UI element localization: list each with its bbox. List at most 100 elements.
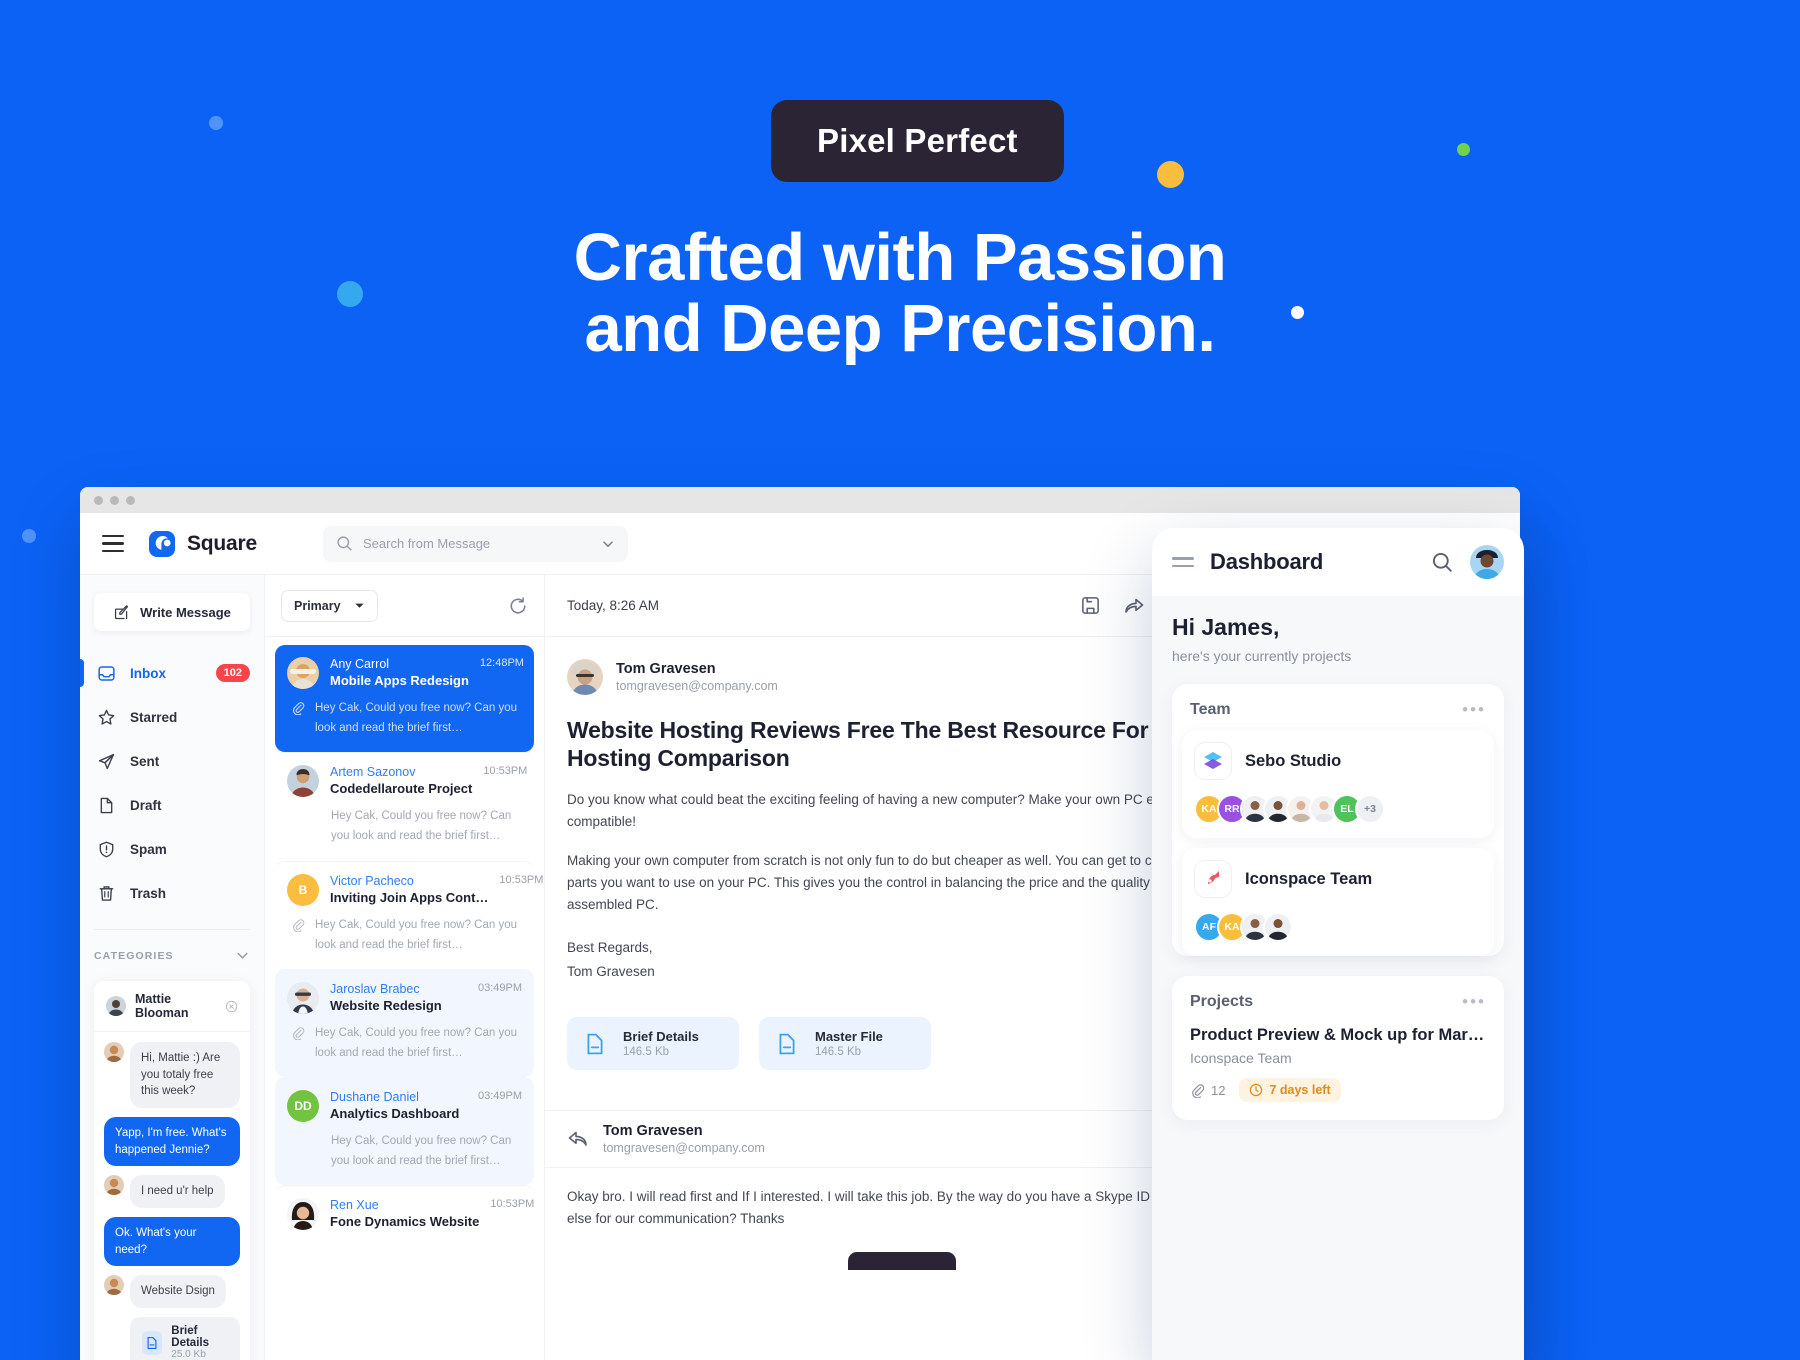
avatar: B bbox=[287, 873, 319, 906]
message-sender: Victor Pacheco bbox=[330, 873, 414, 888]
close-icon[interactable] bbox=[225, 999, 238, 1014]
avatar bbox=[567, 659, 603, 695]
avatar bbox=[287, 657, 319, 689]
team-name: Iconspace Team bbox=[1245, 869, 1373, 888]
more-icon[interactable]: ••• bbox=[1462, 992, 1486, 1012]
window-close-icon[interactable] bbox=[94, 495, 103, 505]
categories-label: CATEGORIES bbox=[94, 949, 174, 962]
member-initials: RR bbox=[1224, 803, 1240, 815]
sidebar-item-label: Draft bbox=[130, 797, 162, 813]
message-sender: Jaroslav Brabec bbox=[330, 981, 420, 996]
email-attachments: Brief Details 146.5 Kb Master File 146.5… bbox=[567, 1017, 1236, 1071]
user-avatar bbox=[104, 1175, 124, 1196]
message-sender: Artem Sazonov bbox=[330, 765, 416, 780]
write-message-button[interactable]: Write Message bbox=[94, 593, 250, 631]
window-maximize-icon[interactable] bbox=[126, 495, 135, 505]
message-preview-text: Hey Cak, Could you free now? Can you loo… bbox=[331, 1135, 512, 1168]
avatar bbox=[287, 981, 319, 1014]
email-signoff-1: Best Regards, bbox=[567, 940, 653, 956]
attachment-size: 146.5 Kb bbox=[623, 1046, 670, 1059]
list-item[interactable]: Artem Sazonov Codedellaroute Project 10:… bbox=[275, 752, 534, 860]
message-list: Any Carrol Mobile Apps Redesign 12:48PM … bbox=[265, 637, 544, 1252]
list-item[interactable]: Any Carrol Mobile Apps Redesign 12:48PM … bbox=[275, 645, 534, 753]
brand-name: Square bbox=[187, 531, 257, 555]
chat-bubble-text: Yapp, I'm free. What's happened Jennie? bbox=[104, 1117, 240, 1167]
sidebar-item-inbox[interactable]: Inbox 102 bbox=[80, 651, 250, 695]
list-item[interactable]: Jaroslav Brabec Website Redesign 03:49PM… bbox=[275, 968, 534, 1077]
message-subject: Fone Dynamics Website bbox=[330, 1214, 480, 1230]
doc-icon bbox=[142, 1330, 163, 1355]
categories-header[interactable]: CATEGORIES bbox=[94, 929, 250, 963]
sidebar-item-starred[interactable]: Starred bbox=[94, 695, 250, 739]
attachment-card[interactable]: Brief Details 146.5 Kb bbox=[567, 1017, 739, 1071]
chevron-down-icon[interactable] bbox=[601, 537, 615, 551]
team-list-item[interactable]: Sebo Studio KA RR EL +3 bbox=[1182, 730, 1494, 838]
message-time: 10:53PM bbox=[483, 765, 528, 778]
user-avatar bbox=[106, 996, 126, 1016]
email-signoff-2: Tom Gravesen bbox=[567, 964, 655, 980]
list-item[interactable]: B Victor Pacheco Inviting Join Apps Cont… bbox=[275, 860, 543, 969]
archive-icon[interactable] bbox=[1080, 595, 1101, 616]
member-avatar[interactable] bbox=[1263, 912, 1293, 942]
team-list-item[interactable]: Iconspace Team AF KA bbox=[1182, 848, 1494, 956]
sidebar-item-trash[interactable]: Trash bbox=[94, 871, 250, 915]
mobile-topbar-right bbox=[1431, 545, 1504, 579]
avatar[interactable] bbox=[1470, 545, 1504, 579]
user-avatar bbox=[287, 1198, 319, 1231]
sidebar-item-draft[interactable]: Draft bbox=[94, 783, 250, 827]
member-initials: EL bbox=[1340, 803, 1354, 815]
project-name: Product Preview & Mock up for Mar… bbox=[1190, 1026, 1485, 1044]
reply-sender-name: Tom Gravesen bbox=[603, 1123, 703, 1140]
reply-icon[interactable] bbox=[567, 1128, 589, 1150]
list-item[interactable]: DD Dushane Daniel Analytics Dashboard 03… bbox=[275, 1077, 534, 1186]
chat-attachment[interactable]: Brief Details 25.0 Kb bbox=[130, 1317, 240, 1360]
star-icon bbox=[98, 709, 115, 725]
chevron-down-icon bbox=[237, 952, 248, 959]
search-input[interactable] bbox=[363, 536, 591, 551]
doc-icon bbox=[773, 1030, 801, 1058]
message-item-header: Jaroslav Brabec Website Redesign 03:49PM bbox=[287, 981, 522, 1014]
message-subject: Mobile Apps Redesign bbox=[330, 673, 469, 688]
attachment-size: 25.0 Kb bbox=[171, 1349, 206, 1360]
hamburger-icon[interactable] bbox=[102, 534, 124, 553]
hamburger-icon[interactable] bbox=[1172, 557, 1194, 567]
primary-filter-label: Primary bbox=[294, 598, 341, 613]
attachment-name: Master File bbox=[815, 1029, 883, 1045]
projects-card-header: Projects ••• bbox=[1172, 976, 1504, 1022]
project-list-item[interactable]: Product Preview & Mock up for Mar… Icons… bbox=[1172, 1022, 1504, 1120]
attachment-size: 146.5 Kb bbox=[815, 1046, 862, 1059]
project-due-text: 7 days left bbox=[1269, 1083, 1331, 1097]
chat-bubble-text: I need u'r help bbox=[130, 1175, 225, 1209]
search-icon[interactable] bbox=[1431, 551, 1454, 574]
window-titlebar bbox=[80, 487, 1520, 513]
email-subject: Website Hosting Reviews Free The Best Re… bbox=[567, 717, 1149, 771]
attachment-name: Brief Details bbox=[171, 1325, 209, 1350]
attachment-card[interactable]: Master File 146.5 Kb bbox=[759, 1017, 931, 1071]
message-item-header: DD Dushane Daniel Analytics Dashboard 03… bbox=[287, 1090, 522, 1122]
team-members: AF KA bbox=[1194, 912, 1482, 942]
sidebar-item-spam[interactable]: Spam bbox=[94, 827, 250, 871]
search-box[interactable] bbox=[323, 525, 628, 562]
chat-message: Website Dsign bbox=[104, 1275, 240, 1309]
doc-glyph-icon bbox=[587, 1033, 603, 1054]
avatar bbox=[104, 1042, 124, 1062]
list-item[interactable]: Ren Xue Fone Dynamics Website 10:53PM bbox=[275, 1185, 534, 1244]
primary-filter-dropdown[interactable]: Primary bbox=[281, 589, 378, 622]
message-list-panel: Primary Any Carrol Mobile Apps Redesign … bbox=[265, 575, 545, 1360]
projects-card-title: Projects bbox=[1190, 993, 1254, 1010]
forward-icon[interactable] bbox=[1123, 595, 1145, 617]
member-overflow-count[interactable]: +3 bbox=[1355, 794, 1385, 824]
chat-message: I need u'r help bbox=[104, 1175, 240, 1209]
sidebar-item-sent[interactable]: Sent bbox=[94, 739, 250, 783]
more-icon[interactable]: ••• bbox=[1462, 700, 1486, 720]
send-button[interactable] bbox=[847, 1251, 956, 1270]
sebo-logo-icon bbox=[1194, 742, 1232, 780]
shield-icon bbox=[99, 841, 114, 857]
refresh-icon[interactable] bbox=[508, 596, 528, 616]
team-card: Team ••• Sebo Studio KA RR EL +3 Iconspa… bbox=[1172, 684, 1504, 956]
inbox-icon bbox=[98, 665, 115, 681]
message-preview-text: Hey Cak, Could you free now? Can you loo… bbox=[315, 1026, 517, 1059]
window-minimize-icon[interactable] bbox=[110, 495, 119, 505]
message-time: 10:53PM bbox=[499, 873, 544, 886]
chat-message: Hi, Mattie :) Are you totaly free this w… bbox=[104, 1042, 240, 1109]
